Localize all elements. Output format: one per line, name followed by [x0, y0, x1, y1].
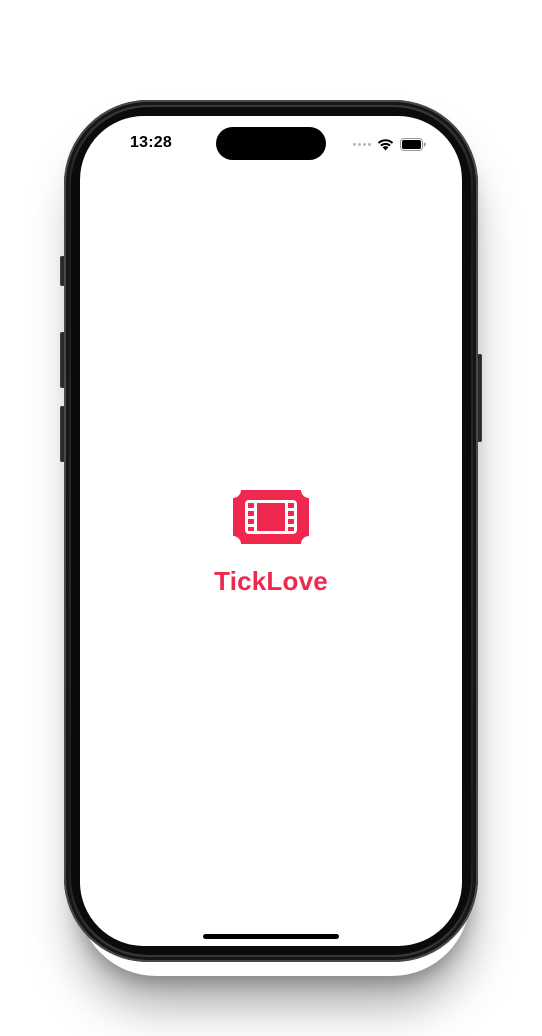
dynamic-island	[216, 127, 326, 160]
app-name: TickLove	[214, 566, 328, 596]
battery-icon	[400, 137, 426, 151]
signal-dots-icon	[353, 142, 371, 146]
film-ticket-icon	[229, 486, 313, 548]
status-time: 13:28	[130, 134, 172, 151]
wifi-icon	[377, 138, 394, 151]
splash-content: TickLove	[80, 486, 462, 597]
canvas: 13:28 TickLove	[0, 0, 542, 1036]
phone-screen: 13:28 TickLove	[80, 116, 462, 946]
home-indicator[interactable]	[203, 934, 339, 939]
status-icons	[353, 136, 426, 152]
